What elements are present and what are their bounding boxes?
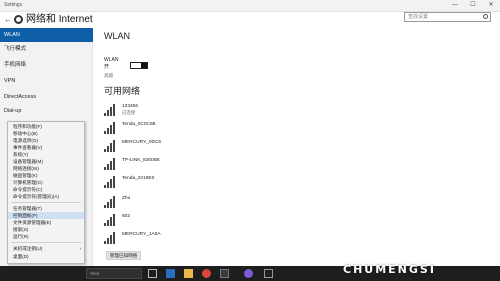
menu-item-mobility-center[interactable]: 移动中心(B) [8, 130, 84, 137]
sidebar-item-cellular[interactable]: 手机网络 [0, 58, 93, 72]
menu-separator [11, 242, 81, 243]
winx-context-menu: 程序和功能(F) 移动中心(B) 电源选项(O) 事件查看器(V) 系统(Y) … [7, 121, 85, 264]
chevron-right-icon: › [79, 246, 81, 251]
menu-item-network-connections[interactable]: 网络连接(W) [8, 165, 84, 172]
app-title: Settings [4, 2, 23, 8]
network-item[interactable]: Tenda_0C0C88 [104, 120, 214, 138]
network-status: 已连接 [122, 110, 136, 115]
close-button[interactable]: ✕ [482, 0, 500, 11]
network-item[interactable]: Tenda_2219E0 [104, 174, 214, 192]
network-name: 123456 [122, 104, 139, 109]
gear-icon [14, 15, 23, 24]
sidebar-item-vpn[interactable]: VPN [0, 74, 93, 88]
menu-item-shutdown-label: 关机或注销(U) [13, 246, 43, 251]
network-name: MERCURY_0DC6 [122, 140, 162, 145]
advanced-options-link[interactable]: 高级 [104, 73, 113, 79]
menu-item-disk-management[interactable]: 磁盘管理(K) [8, 172, 84, 179]
menu-item-command-prompt-admin[interactable]: 命令提示符(管理员)(A) [8, 193, 84, 200]
menu-item-power-options[interactable]: 电源选项(O) [8, 137, 84, 144]
page-title: 网络和 Internet [26, 14, 93, 25]
network-name: MERCURY_1A5A [122, 232, 161, 237]
network-item[interactable]: 123456 已连接 [104, 102, 214, 120]
wifi-signal-icon [104, 214, 116, 226]
menu-item-system[interactable]: 系统(Y) [8, 151, 84, 158]
network-item[interactable]: TP-LINK_8200B8 [104, 156, 214, 174]
network-name: Zhu [122, 196, 131, 201]
task-view-icon[interactable] [148, 269, 157, 278]
watermark-glyphs-icon [336, 222, 488, 262]
menu-separator [11, 202, 81, 203]
wlan-status: 开 [104, 64, 110, 70]
sidebar-item-directaccess[interactable]: DirectAccess [0, 90, 93, 104]
wifi-signal-icon [104, 122, 116, 134]
menu-item-shutdown[interactable]: 关机或注销(U) › [8, 245, 84, 252]
file-explorer-icon[interactable] [184, 269, 193, 278]
network-item[interactable]: MERCURY_0DC6 [104, 138, 214, 156]
settings-icon[interactable] [264, 269, 273, 278]
manage-known-networks-button[interactable]: 管理已知网络 [106, 251, 141, 260]
network-name: Tenda_2219E0 [122, 176, 155, 181]
toggle-knob [141, 63, 147, 68]
search-input[interactable]: 查找设置 [404, 12, 491, 22]
wifi-signal-icon [104, 104, 116, 116]
maximize-button[interactable]: ☐ [464, 0, 482, 11]
menu-item-desktop[interactable]: 桌面(D) [8, 253, 84, 260]
network-name: 602 [122, 214, 131, 219]
app-icon[interactable] [220, 269, 229, 278]
main-title: WLAN [104, 31, 131, 41]
window-titlebar: Settings — ☐ ✕ [0, 0, 500, 12]
sidebar-item-airplane-mode[interactable]: 飞行模式 [0, 42, 93, 56]
chrome-icon[interactable] [202, 269, 211, 278]
network-item[interactable]: 602 [104, 212, 214, 230]
wifi-signal-icon [104, 232, 116, 244]
menu-item-task-manager[interactable]: 任务管理器(T) [8, 205, 84, 212]
search-placeholder: 查找设置 [408, 14, 429, 20]
network-name: Tenda_0C0C88 [122, 122, 156, 127]
app-icon[interactable] [244, 269, 253, 278]
back-arrow-icon[interactable]: ← [4, 15, 12, 25]
menu-item-command-prompt[interactable]: 命令提示符(C) [8, 186, 84, 193]
edge-icon[interactable] [166, 269, 175, 278]
menu-item-event-viewer[interactable]: 事件查看器(V) [8, 144, 84, 151]
watermark-logo: CHUMENGSI [335, 219, 495, 279]
wifi-signal-icon [104, 158, 116, 170]
taskbar-search-input[interactable]: Web [86, 268, 142, 279]
search-icon [483, 14, 488, 19]
menu-item-search[interactable]: 搜索(S) [8, 226, 84, 233]
network-item[interactable]: Zhu [104, 194, 214, 212]
menu-item-programs-features[interactable]: 程序和功能(F) [8, 123, 84, 130]
sidebar-item-wlan[interactable]: WLAN [0, 28, 93, 42]
menu-item-run[interactable]: 运行(R) [8, 233, 84, 240]
menu-item-device-manager[interactable]: 设备管理器(M) [8, 158, 84, 165]
watermark-text: CHUMENGSI [343, 263, 436, 276]
minimize-button[interactable]: — [446, 0, 464, 11]
wifi-signal-icon [104, 196, 116, 208]
menu-item-control-panel[interactable]: 控制面板(P) [8, 212, 84, 219]
menu-item-computer-management[interactable]: 计算机管理(G) [8, 179, 84, 186]
network-item[interactable]: MERCURY_1A5A [104, 230, 214, 248]
networks-heading: 可用网络 [104, 86, 141, 96]
wlan-toggle[interactable] [130, 62, 148, 69]
network-name: TP-LINK_8200B8 [122, 158, 160, 163]
wifi-signal-icon [104, 176, 116, 188]
menu-item-file-explorer[interactable]: 文件资源管理器(E) [8, 219, 84, 226]
wifi-signal-icon [104, 140, 116, 152]
sidebar-item-dialup[interactable]: Dial-up [0, 104, 93, 118]
